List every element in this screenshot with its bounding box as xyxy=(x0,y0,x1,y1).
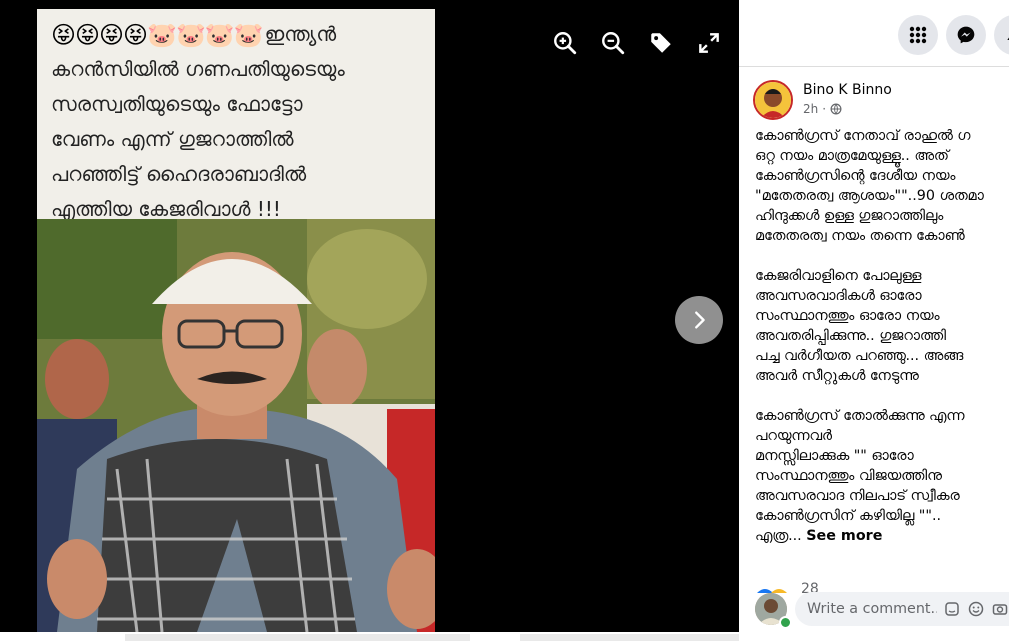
caption-line: കറൻസിയിൽ ഗണപതിയുടെയും xyxy=(51,57,345,81)
post-line: പച്ച വർഗീയത പറഞ്ഞു... അങ്ങ xyxy=(755,348,964,364)
emoji-icon[interactable] xyxy=(965,598,987,620)
reaction-icons[interactable] xyxy=(755,578,795,593)
messenger-icon xyxy=(957,26,975,44)
post-line: കോൺഗ്രസിന്റെ ദേശീയ നയം xyxy=(755,168,956,184)
comment-box[interactable] xyxy=(795,592,1009,626)
post-line: അവസരവാദ നിലപാട് സ്വീകര xyxy=(755,488,960,504)
online-status-dot xyxy=(779,616,792,629)
post-line: മനസ്സിലാക്കുക "" ഓരോ xyxy=(755,448,914,464)
post-line: മതേതരത്വ നയം തന്നെ കോൺ xyxy=(755,228,965,244)
post-line: കേജരിവാളിനെ പോലുള്ള xyxy=(755,268,922,284)
camera-icon[interactable] xyxy=(989,598,1009,620)
caption-emojis: 😝😝😝😝🐷🐷🐷🐷 xyxy=(51,20,264,49)
bottom-strip xyxy=(125,634,470,641)
post-line: ഒറ്റ നയം മാത്രമേയുള്ളൂ.. അത് xyxy=(755,148,949,164)
zoom-out-button[interactable] xyxy=(600,30,626,56)
notifications-icon xyxy=(1007,33,1009,40)
globe-icon xyxy=(830,103,842,115)
post-time[interactable]: 2h xyxy=(803,102,818,116)
notifications-button[interactable] xyxy=(994,15,1009,55)
tag-photo-button[interactable] xyxy=(648,30,674,56)
post-text: കോൺഗ്രസ് നേതാവ് രാഹുൽ ഗ ഒറ്റ നയം മാത്രമേ… xyxy=(755,126,1009,546)
zoom-in-button[interactable] xyxy=(552,30,578,56)
post-line: "മതേതരത്വ ആശയം""..90 ശതമാ xyxy=(755,188,984,204)
post-line: സംസ്ഥാനത്തും ഓരോ നയം xyxy=(755,308,940,324)
see-more-link[interactable]: See more xyxy=(806,528,882,544)
man-in-scarf-illustration xyxy=(37,219,435,632)
photo-caption: 😝😝😝😝🐷🐷🐷🐷 ഇന്ത്യൻ കറൻസിയിൽ ഗണപതിയുടെയും സ… xyxy=(37,9,435,221)
photo-scene xyxy=(37,219,435,632)
post-line: അവതരിപ്പിക്കുന്നു.. ഗുജറാത്തി xyxy=(755,328,946,344)
tag-icon xyxy=(651,33,671,53)
reaction-emoji-icon xyxy=(757,589,787,593)
chevron-right-icon xyxy=(695,311,705,329)
fullscreen-icon xyxy=(699,33,719,53)
photo-viewer: 😝😝😝😝🐷🐷🐷🐷 ഇന്ത്യൻ കറൻസിയിൽ ഗണപതിയുടെയും സ… xyxy=(0,0,739,641)
caption-line: വേണം എന്ന് ഗുജറാത്തിൽ xyxy=(51,127,294,151)
author-name[interactable]: Bino K Binno xyxy=(803,82,892,98)
caption-line: സരസ്വതിയുടെയും ഫോട്ടോ xyxy=(51,92,303,116)
post-line: അവർ സീറ്റുകൾ നേടുന്നു xyxy=(755,368,919,384)
post-line: എത്ര... xyxy=(755,528,802,544)
post-line: കോൺഗ്രസ് നേതാവ് രാഹുൽ ഗ xyxy=(755,128,971,144)
post-panel: Bino K Binno 2h · കോൺഗ്രസ് നേതാവ് രാഹുൽ … xyxy=(739,0,1009,641)
apps-grid-icon xyxy=(909,26,927,44)
post-line: കോൺഗ്രസിന് കഴിയില്ല "".. xyxy=(755,508,942,524)
zoom-in-icon xyxy=(554,32,577,55)
caption-line: ഇന്ത്യൻ xyxy=(264,22,337,46)
post-meta: 2h · xyxy=(803,102,842,116)
messenger-button[interactable] xyxy=(946,15,986,55)
bottom-strip xyxy=(520,634,739,641)
post-line: കോൺഗ്രസ് തോൽക്കുന്നു എന്ന xyxy=(755,408,965,424)
caption-line: പറഞ്ഞിട്ട് ഹൈദരാബാദിൽ xyxy=(51,162,307,186)
avatar-image xyxy=(755,82,791,118)
panel-header xyxy=(739,0,1009,67)
next-photo-button[interactable] xyxy=(675,296,723,344)
comment-input[interactable] xyxy=(805,600,939,618)
post-photo: 😝😝😝😝🐷🐷🐷🐷 ഇന്ത്യൻ കറൻസിയിൽ ഗണപതിയുടെയും സ… xyxy=(37,9,435,632)
fullscreen-button[interactable] xyxy=(696,30,722,56)
post-line: പറയുന്നവർ xyxy=(755,428,832,444)
author-avatar[interactable] xyxy=(753,80,793,120)
post-line: ഹിന്ദുക്കൾ ഉള്ള ഗുജറാത്തിലും xyxy=(755,208,944,224)
sticker-icon[interactable] xyxy=(941,598,963,620)
zoom-out-icon xyxy=(602,32,625,55)
post-line: സംസ്ഥാനത്തും വിജയത്തിനു xyxy=(755,468,942,484)
post-line: അവസരവാദികൾ ഓരോ xyxy=(755,288,922,304)
menu-button[interactable] xyxy=(898,15,938,55)
post-last-line: എത്ര... See more xyxy=(755,526,1009,546)
